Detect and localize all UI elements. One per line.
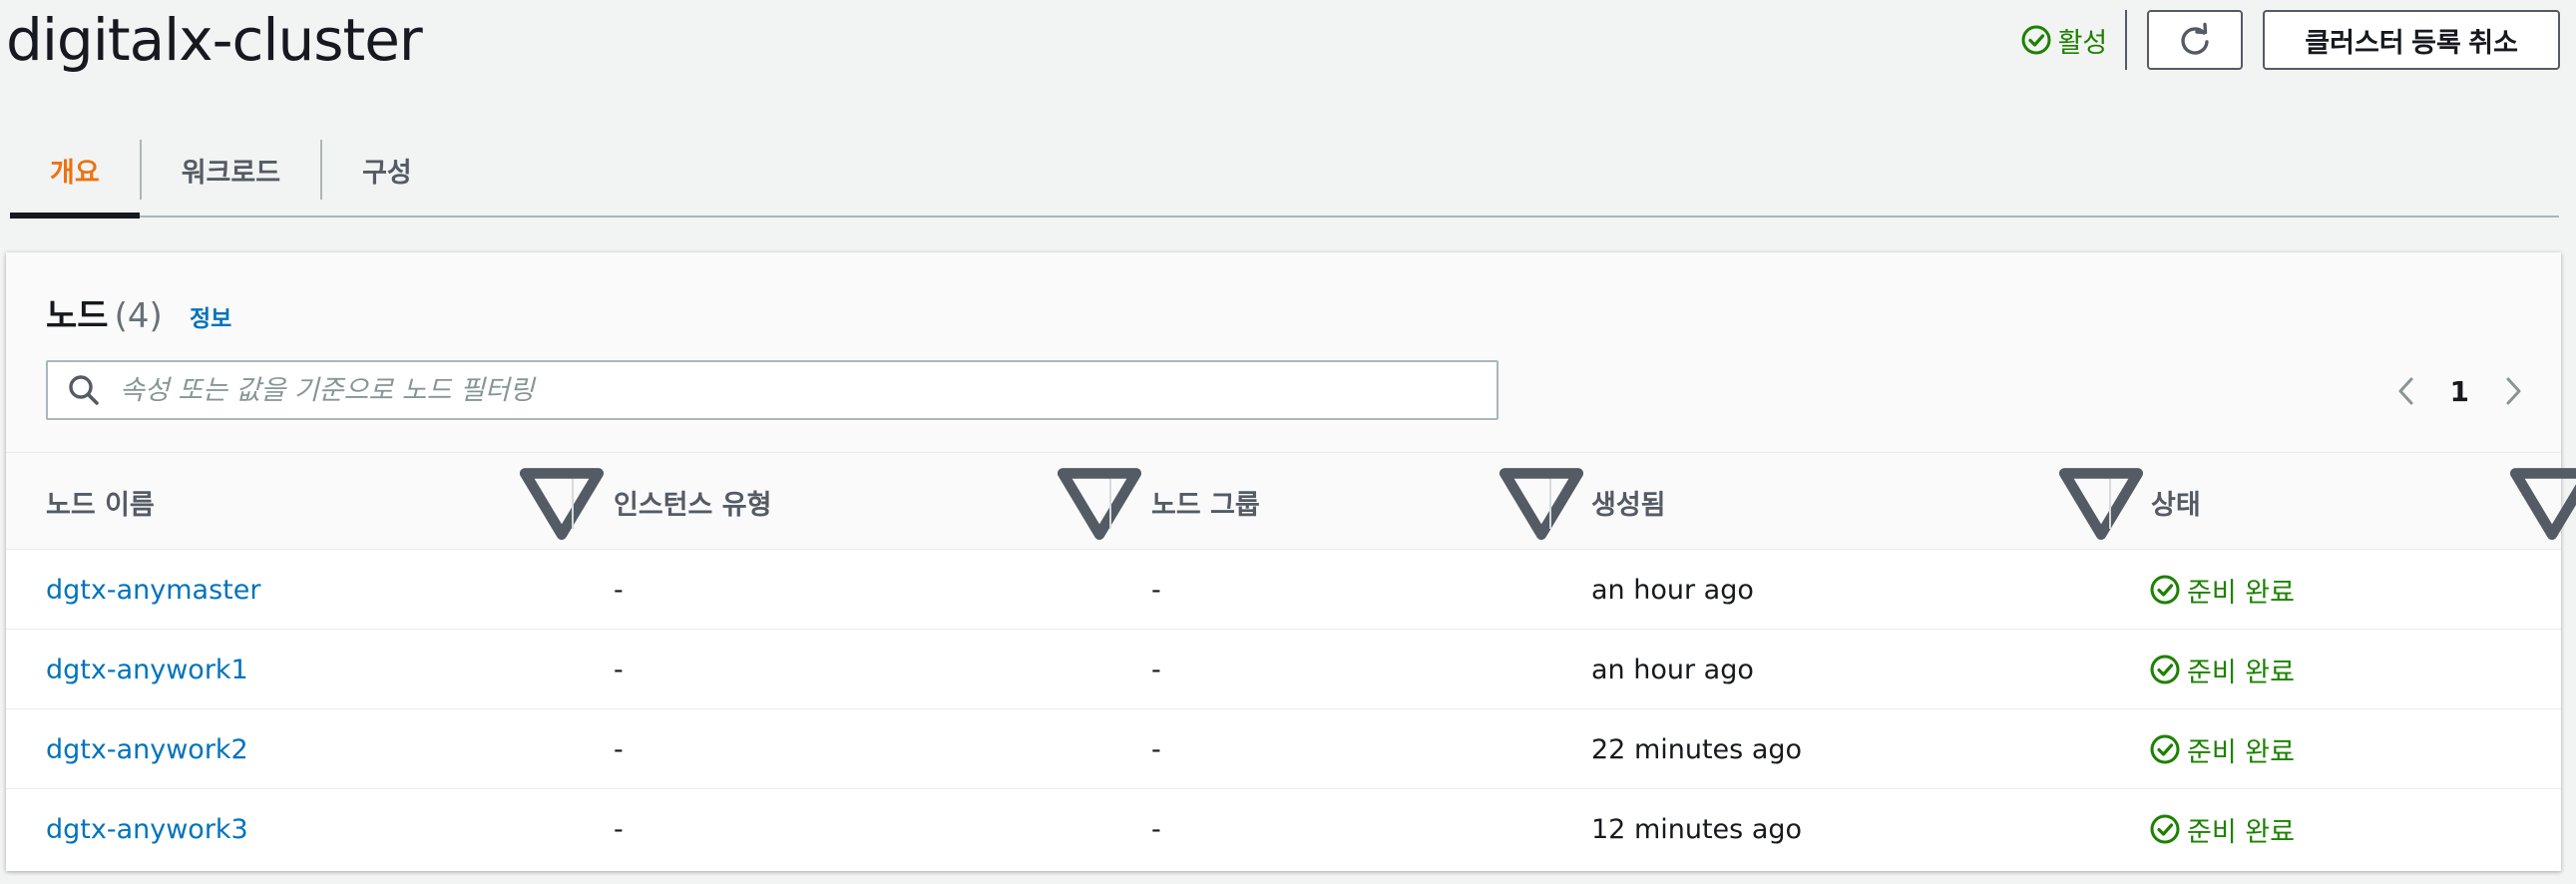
header-actions: 활성 클러스터 등록 취소	[2020, 10, 2560, 70]
created-cell: 12 minutes ago	[1591, 813, 1803, 845]
status-cell: 준비 완료	[2149, 709, 2295, 789]
panel-header: 노드(4) 정보 1	[6, 252, 2561, 452]
check-circle-icon	[2150, 575, 2180, 605]
panel-title-text: 노드	[46, 296, 109, 336]
node-name-link[interactable]: dgtx-anywork3	[46, 789, 248, 869]
column-header-label: 노드 그룹	[1151, 489, 1260, 521]
chevron-left-icon[interactable]	[2392, 373, 2420, 409]
column-divider[interactable]	[1549, 479, 1551, 529]
created-cell: an hour ago	[1591, 654, 1754, 685]
table-row: dgtx-anywork3 - - 12 minutes ago 준비 완료	[6, 789, 2561, 869]
column-header-node-name[interactable]: 노드 이름	[46, 453, 155, 551]
tab-overview[interactable]: 개요	[10, 123, 140, 219]
filter-field[interactable]	[46, 360, 1499, 420]
instance-type-cell: -	[614, 574, 624, 606]
filter-input[interactable]	[120, 374, 1467, 406]
refresh-button[interactable]	[2147, 10, 2244, 70]
column-divider[interactable]	[1109, 479, 1111, 529]
info-link[interactable]: 정보	[190, 299, 231, 333]
column-divider[interactable]	[572, 479, 574, 529]
search-icon	[69, 375, 99, 405]
pagination: 1	[2392, 366, 2527, 416]
created-cell: 22 minutes ago	[1591, 733, 1803, 765]
status-cell: 준비 완료	[2149, 550, 2295, 630]
column-header-label: 생성됨	[1591, 489, 1666, 521]
sort-icon[interactable]	[2503, 453, 2576, 551]
divider	[2125, 10, 2128, 70]
node-count: (4)	[114, 296, 163, 336]
cluster-status-label: 활성	[2057, 27, 2108, 59]
node-group-cell: -	[1151, 733, 1161, 765]
node-name-link[interactable]: dgtx-anymaster	[46, 550, 260, 630]
column-header-label: 노드 이름	[46, 489, 155, 521]
tab-workloads[interactable]: 워크로드	[142, 123, 320, 217]
table-row: dgtx-anywork2 - - 22 minutes ago 준비 완료	[6, 709, 2561, 789]
column-header-created[interactable]: 생성됨	[1591, 453, 1666, 551]
status-label: 준비 완료	[2187, 816, 2295, 848]
status-label: 준비 완료	[2187, 736, 2295, 768]
nodes-panel: 노드(4) 정보 1 노드 이름 인스턴스 유형	[6, 252, 2576, 871]
cluster-status: 활성	[2020, 21, 2126, 60]
tab-configuration[interactable]: 구성	[322, 123, 452, 217]
refresh-icon	[2181, 22, 2209, 55]
chevron-right-icon[interactable]	[2499, 373, 2527, 409]
check-circle-icon	[2021, 25, 2051, 55]
node-group-cell: -	[1151, 813, 1161, 845]
column-header-instance-type[interactable]: 인스턴스 유형	[614, 453, 771, 551]
deregister-cluster-button[interactable]: 클러스터 등록 취소	[2263, 10, 2560, 70]
column-header-label: 상태	[2151, 489, 2201, 521]
sort-icon[interactable]	[1051, 453, 1148, 551]
status-cell: 준비 완료	[2149, 630, 2295, 709]
node-name-link[interactable]: dgtx-anywork2	[46, 709, 248, 789]
created-cell: an hour ago	[1591, 574, 1754, 606]
page-number[interactable]: 1	[2450, 375, 2469, 408]
status-cell: 준비 완료	[2149, 789, 2295, 869]
table-header: 노드 이름 인스턴스 유형 노드 그룹 생성됨 상태	[6, 452, 2576, 551]
check-circle-icon	[2150, 734, 2180, 764]
sort-icon[interactable]	[2052, 453, 2150, 551]
status-label: 준비 완료	[2187, 657, 2295, 688]
check-circle-icon	[2150, 655, 2180, 684]
check-circle-icon	[2150, 814, 2180, 844]
node-group-cell: -	[1151, 574, 1161, 606]
instance-type-cell: -	[614, 813, 624, 845]
column-header-label: 인스턴스 유형	[614, 489, 772, 521]
node-group-cell: -	[1151, 654, 1161, 685]
column-divider[interactable]	[2109, 479, 2111, 529]
column-header-node-group[interactable]: 노드 그룹	[1151, 453, 1260, 551]
page-title: digitalx-cluster	[6, 6, 423, 74]
table-row: dgtx-anywork1 - - an hour ago 준비 완료	[6, 630, 2561, 709]
sort-icon[interactable]	[513, 453, 611, 551]
tab-bar: 개요 워크로드 구성	[10, 123, 2559, 219]
column-header-status[interactable]: 상태	[2151, 453, 2201, 551]
panel-title: 노드 (4)	[46, 288, 163, 337]
instance-type-cell: -	[614, 733, 624, 765]
status-label: 준비 완료	[2187, 577, 2295, 609]
table-row: dgtx-anymaster - - an hour ago 준비 완료	[6, 550, 2561, 630]
instance-type-cell: -	[614, 654, 624, 685]
node-name-link[interactable]: dgtx-anywork1	[46, 630, 248, 709]
sort-icon[interactable]	[1493, 453, 1590, 551]
